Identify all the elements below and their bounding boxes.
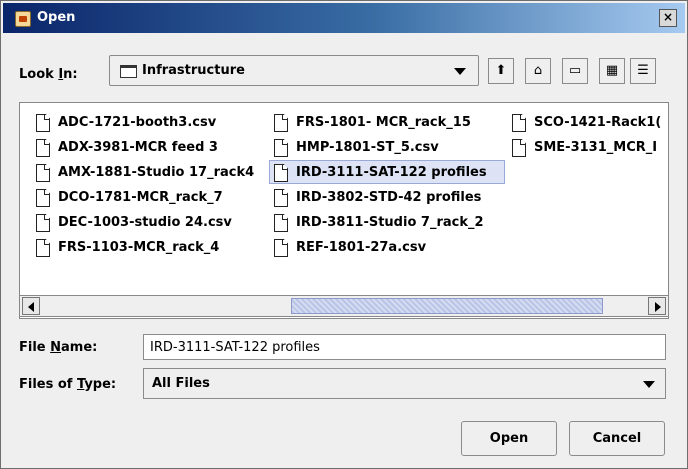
list-view-icon: ▦ bbox=[605, 63, 619, 78]
file-icon bbox=[274, 114, 288, 132]
file-name: SCO-1421-Rack1( bbox=[534, 115, 662, 130]
file-name: IRD-3111-SAT-122 profiles bbox=[296, 165, 487, 180]
files-of-type-value: All Files bbox=[152, 376, 210, 391]
file-item[interactable]: AMX-1881-Studio 17_rack4 bbox=[32, 161, 268, 185]
file-item[interactable]: FRS-1103-MCR_rack_4 bbox=[32, 236, 268, 260]
open-dialog: Open × Look In: Infrastructure ⬆ ⌂ ▭ ▦ ☰… bbox=[0, 0, 688, 469]
file-item[interactable]: ADC-1721-booth3.csv bbox=[32, 111, 268, 135]
file-icon bbox=[36, 214, 50, 232]
files-of-type-combo[interactable]: All Files bbox=[143, 368, 666, 399]
file-item[interactable]: DEC-1003-studio 24.csv bbox=[32, 211, 268, 235]
file-name-label: File Name: bbox=[19, 340, 97, 355]
scroll-left-button[interactable] bbox=[22, 297, 40, 315]
look-in-combo[interactable]: Infrastructure bbox=[109, 55, 479, 86]
file-item[interactable]: HMP-1801-ST_5.csv bbox=[270, 136, 506, 160]
file-icon bbox=[274, 164, 288, 182]
file-name: HMP-1801-ST_5.csv bbox=[296, 140, 439, 155]
scroll-right-button[interactable] bbox=[648, 297, 666, 315]
file-name: FRS-1801- MCR_rack_15 bbox=[296, 115, 471, 130]
file-icon bbox=[512, 139, 526, 157]
file-icon bbox=[36, 189, 50, 207]
new-folder-button[interactable]: ▭ bbox=[562, 58, 588, 84]
file-name: IRD-3802-STD-42 profiles bbox=[296, 190, 482, 205]
file-item[interactable]: IRD-3802-STD-42 profiles bbox=[270, 186, 506, 210]
file-name: SME-3131_MCR_I bbox=[534, 140, 658, 155]
window-title: Open bbox=[37, 10, 76, 25]
up-folder-icon: ⬆ bbox=[495, 63, 507, 78]
file-item[interactable]: SCO-1421-Rack1( bbox=[508, 111, 668, 135]
title-bar[interactable]: Open × bbox=[3, 3, 685, 33]
app-icon bbox=[15, 11, 31, 27]
close-button[interactable]: × bbox=[659, 9, 677, 27]
chevron-down-icon[interactable] bbox=[454, 68, 466, 75]
list-view-button[interactable]: ▦ bbox=[599, 58, 625, 84]
file-name-label-prefix: File bbox=[19, 340, 51, 355]
file-icon bbox=[274, 214, 288, 232]
look-in-label-suffix: n: bbox=[63, 67, 78, 82]
file-item[interactable]: FRS-1801- MCR_rack_15 bbox=[270, 111, 506, 135]
chevron-down-icon[interactable] bbox=[643, 381, 655, 388]
file-name: DCO-1781-MCR_rack_7 bbox=[58, 190, 223, 205]
look-in-label: Look In: bbox=[19, 67, 78, 82]
folder-icon bbox=[120, 65, 137, 78]
file-item[interactable]: SME-3131_MCR_I bbox=[508, 136, 668, 160]
file-item[interactable]: IRD-3811-Studio 7_rack_2 bbox=[270, 211, 506, 235]
file-name: ADC-1721-booth3.csv bbox=[58, 115, 217, 130]
file-name: REF-1801-27a.csv bbox=[296, 240, 427, 255]
file-icon bbox=[36, 114, 50, 132]
home-button[interactable]: ⌂ bbox=[525, 58, 551, 84]
file-name: AMX-1881-Studio 17_rack4 bbox=[58, 165, 255, 180]
open-button[interactable]: Open bbox=[461, 421, 557, 456]
file-item[interactable]: REF-1801-27a.csv bbox=[270, 236, 506, 260]
file-name: DEC-1003-studio 24.csv bbox=[58, 215, 232, 230]
file-icon bbox=[274, 139, 288, 157]
files-of-type-label-suffix: ype: bbox=[84, 377, 117, 392]
file-list[interactable]: ADC-1721-booth3.csv ADX-3981-MCR feed 3 … bbox=[19, 102, 669, 319]
files-of-type-label-prefix: Files of bbox=[19, 377, 77, 392]
file-name: FRS-1103-MCR_rack_4 bbox=[58, 240, 220, 255]
file-name-label-suffix: ame: bbox=[61, 340, 98, 355]
file-name-input[interactable] bbox=[143, 334, 666, 360]
file-icon bbox=[36, 139, 50, 157]
file-name: IRD-3811-Studio 7_rack_2 bbox=[296, 215, 484, 230]
files-of-type-label: Files of Type: bbox=[19, 377, 116, 392]
file-icon bbox=[274, 189, 288, 207]
file-name-label-mnemonic: N bbox=[50, 340, 62, 355]
cancel-button[interactable]: Cancel bbox=[569, 421, 665, 456]
details-view-icon: ☰ bbox=[637, 63, 649, 78]
up-folder-button[interactable]: ⬆ bbox=[488, 58, 514, 84]
file-name: ADX-3981-MCR feed 3 bbox=[58, 140, 218, 155]
look-in-value: Infrastructure bbox=[142, 63, 245, 78]
details-view-button[interactable]: ☰ bbox=[630, 58, 656, 84]
file-icon bbox=[274, 239, 288, 257]
look-in-label-prefix: Look bbox=[19, 67, 59, 82]
horizontal-scrollbar[interactable] bbox=[19, 295, 669, 317]
home-icon: ⌂ bbox=[533, 63, 543, 78]
file-item-selected[interactable]: IRD-3111-SAT-122 profiles bbox=[269, 160, 505, 184]
new-folder-icon: ▭ bbox=[568, 63, 582, 78]
file-icon bbox=[36, 239, 50, 257]
scroll-thumb[interactable] bbox=[291, 298, 603, 314]
file-item[interactable]: DCO-1781-MCR_rack_7 bbox=[32, 186, 268, 210]
file-icon bbox=[36, 164, 50, 182]
file-item[interactable]: ADX-3981-MCR feed 3 bbox=[32, 136, 268, 160]
file-icon bbox=[512, 114, 526, 132]
